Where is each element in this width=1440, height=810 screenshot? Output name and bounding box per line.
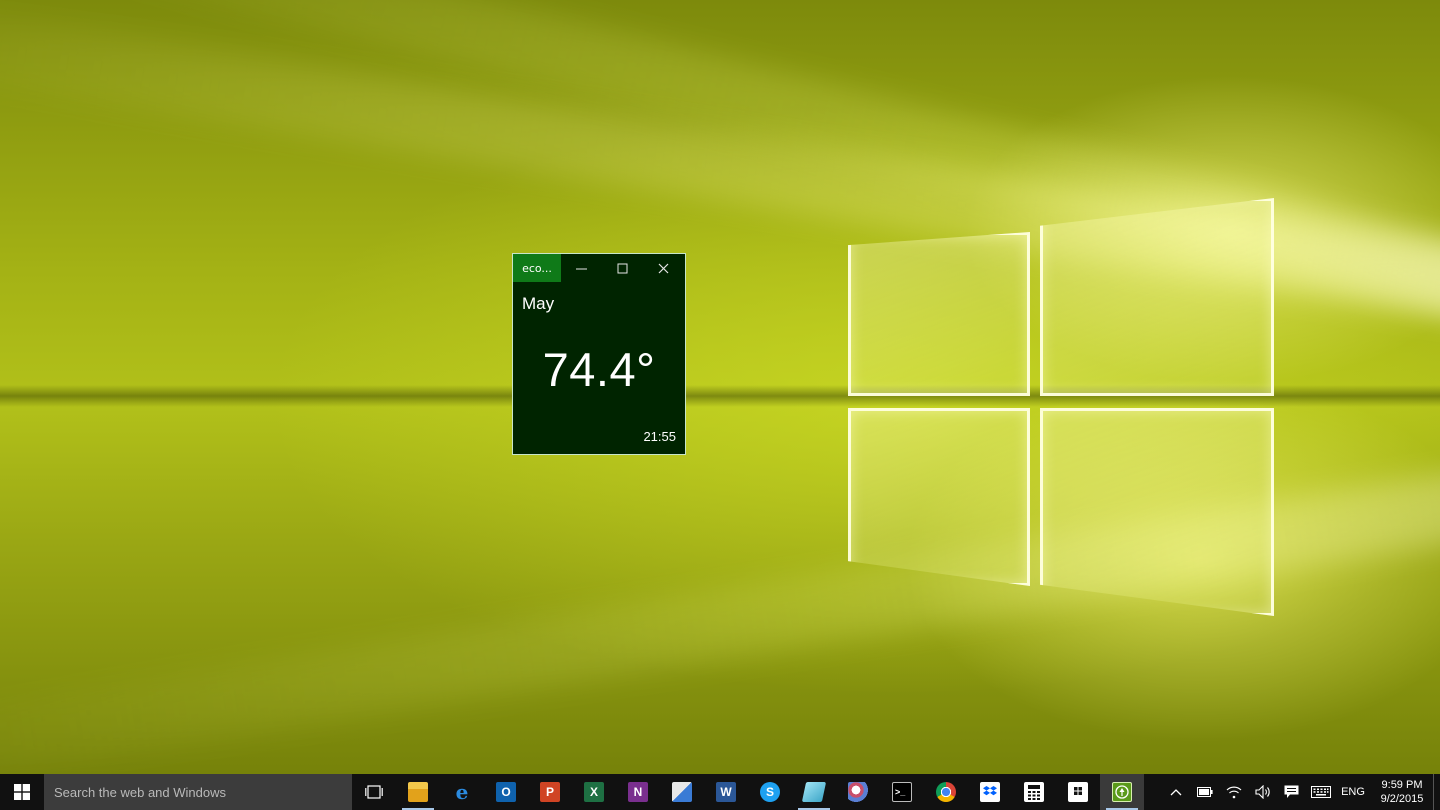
volume-button[interactable] [1248,774,1277,810]
taskbar-calculator[interactable] [1012,774,1056,810]
taskbar-file-explorer[interactable] [396,774,440,810]
eco-app-window[interactable]: eco... May 74.4° 21:55 [512,253,686,455]
taskbar-excel[interactable]: X [572,774,616,810]
search-placeholder: Search the web and Windows [54,784,226,800]
search-box[interactable]: Search the web and Windows [44,774,352,810]
taskbar-remote-app[interactable] [836,774,880,810]
eco-app-icon [1112,782,1132,802]
minimize-button[interactable] [561,254,602,282]
taskbar-outlook[interactable]: O [484,774,528,810]
input-language[interactable]: ENG [1335,786,1371,798]
skype-icon: S [760,782,780,802]
powerpoint-icon: P [540,782,560,802]
taskbar-command-prompt[interactable]: >_ [880,774,924,810]
paint-icon [672,782,692,802]
keyboard-icon [1310,786,1331,798]
taskbar: Search the web and Windows e O P X N W S [0,774,1440,810]
battery-icon [1196,787,1213,797]
action-center-button[interactable] [1277,774,1306,810]
remote-icon [848,782,868,802]
windows-logo-pane [1040,198,1274,396]
close-button[interactable] [643,254,684,282]
temperature-value: 74.4° [542,343,656,396]
taskbar-eco-app[interactable] [1100,774,1144,810]
taskbar-store[interactable] [1056,774,1100,810]
desktop-wallpaper [0,0,1440,774]
month-label: May [522,294,555,313]
start-button[interactable] [0,774,44,810]
taskbar-paint[interactable] [660,774,704,810]
time-label: 21:55 [643,429,676,444]
show-hidden-icons-button[interactable] [1161,774,1190,810]
chevron-up-icon [1170,789,1181,796]
window-titlebar[interactable]: eco... [513,254,685,282]
wifi-button[interactable] [1219,774,1248,810]
terminal-icon: >_ [892,782,912,802]
taskbar-skype[interactable]: S [748,774,792,810]
dropbox-icon [980,782,1000,802]
maximize-icon [617,263,628,273]
window-title: eco... [513,254,561,282]
minimize-icon [576,268,587,269]
taskbar-dropbox[interactable] [968,774,1012,810]
speaker-icon [1254,785,1270,799]
word-icon: W [716,782,736,802]
taskbar-onenote[interactable]: N [616,774,660,810]
excel-icon: X [584,782,604,802]
show-desktop-button[interactable] [1433,774,1440,810]
taskbar-edge[interactable]: e [440,774,484,810]
battery-button[interactable] [1190,774,1219,810]
system-tray: ENG 9:59 PM 9/2/2015 [1161,774,1440,810]
windows-logo-pane [1040,408,1274,616]
taskbar-powerpoint[interactable]: P [528,774,572,810]
close-icon [658,263,669,273]
task-view-icon [365,785,383,799]
chrome-icon [936,782,956,802]
onenote-icon: N [628,782,648,802]
taskbar-unknown-app[interactable] [792,774,836,810]
taskbar-word[interactable]: W [704,774,748,810]
touch-keyboard-button[interactable] [1306,774,1335,810]
windows-logo-pane [848,232,1030,396]
app-icon [801,782,827,802]
calculator-icon [1024,782,1044,802]
taskbar-chrome[interactable] [924,774,968,810]
clock-time: 9:59 PM [1381,779,1423,791]
windows-logo-icon [14,784,30,800]
clock-date: 9/2/2015 [1380,793,1424,805]
maximize-button[interactable] [602,254,643,282]
folder-icon [408,782,428,802]
notification-icon [1284,785,1299,798]
store-icon [1068,782,1088,802]
windows-logo-pane [848,408,1030,586]
wifi-icon [1226,786,1241,799]
clock[interactable]: 9:59 PM 9/2/2015 [1371,778,1433,806]
edge-icon: e [455,780,469,804]
outlook-icon: O [496,782,516,802]
task-view-button[interactable] [352,774,396,810]
